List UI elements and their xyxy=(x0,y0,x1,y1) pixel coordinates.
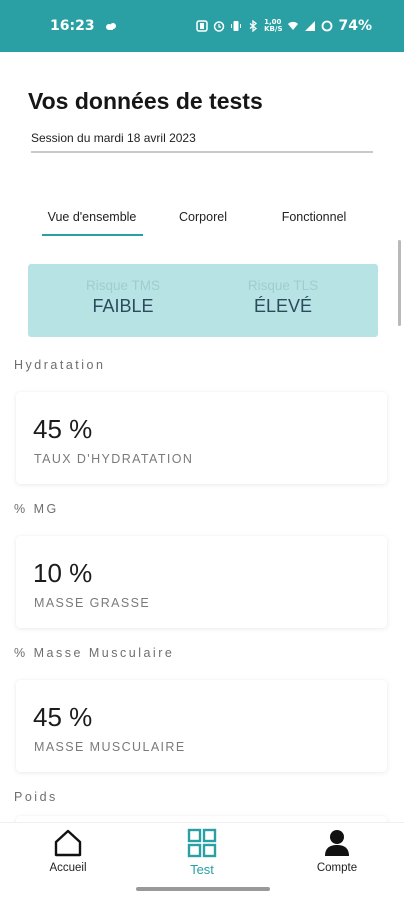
wifi-icon xyxy=(288,21,299,30)
gesture-bar[interactable] xyxy=(136,887,270,891)
risk-tls: Risque TLS ÉLEVÉ xyxy=(208,278,358,317)
risk-tms-value: FAIBLE xyxy=(92,296,154,316)
fat-mass-value: 10 % xyxy=(33,558,93,588)
nfc-icon xyxy=(196,20,208,32)
fat-mass-card: 10 % MASSE GRASSE xyxy=(16,536,387,628)
nav-account-label: Compte xyxy=(316,862,358,874)
cloud-icon xyxy=(105,23,116,30)
test-data-page: Vos données de tests Session du mardi 18… xyxy=(0,52,404,822)
status-time: 16:23 xyxy=(50,18,95,34)
vibrate-icon xyxy=(231,21,242,31)
nav-account[interactable]: Compte xyxy=(287,827,387,874)
nav-home[interactable]: Accueil xyxy=(18,827,118,874)
bluetooth-icon xyxy=(249,20,258,32)
muscle-mass-card: 45 % MASSE MUSCULAIRE xyxy=(16,680,387,772)
risk-summary-panel: Risque TMS FAIBLE Risque TLS ÉLEVÉ xyxy=(28,264,378,337)
section-label-muscle: % Masse Musculaire xyxy=(14,646,175,660)
nav-home-label: Accueil xyxy=(49,862,87,874)
battery-icon xyxy=(322,20,333,32)
tab-bar: Vue d'ensemble Corporel Fonctionnel xyxy=(0,210,404,240)
grid-icon xyxy=(187,828,217,858)
user-icon xyxy=(325,830,349,856)
muscle-mass-value: 45 % xyxy=(33,702,93,732)
risk-tls-label: Risque TLS xyxy=(247,278,319,293)
risk-tls-value: ÉLEVÉ xyxy=(253,296,313,316)
muscle-mass-caption: MASSE MUSCULAIRE xyxy=(34,740,186,754)
nav-test[interactable]: Test xyxy=(152,827,252,877)
battery-level: 74% xyxy=(338,18,372,34)
scrollbar[interactable] xyxy=(398,240,401,326)
active-tab-indicator xyxy=(42,234,143,236)
tab-functional[interactable]: Fonctionnel xyxy=(268,210,360,224)
section-label-hydration: Hydratation xyxy=(14,358,106,372)
risk-tms: Risque TMS FAIBLE xyxy=(48,278,198,317)
section-label-weight: Poids xyxy=(14,790,58,804)
risk-tms-label: Risque TMS xyxy=(85,278,161,293)
home-icon xyxy=(54,829,82,857)
signal-icon xyxy=(305,21,316,31)
session-selector[interactable]: Session du mardi 18 avril 2023 xyxy=(31,131,373,153)
section-label-fat: % MG xyxy=(14,502,59,516)
hydration-card: 45 % TAUX D'HYDRATATION xyxy=(16,392,387,484)
fat-mass-caption: MASSE GRASSE xyxy=(34,596,151,610)
network-speed: 1,00 KB/S xyxy=(264,18,283,33)
hydration-caption: TAUX D'HYDRATATION xyxy=(34,452,194,466)
status-bar: 16:23 1,00 KB/S 74% xyxy=(0,0,404,52)
page-title: Vos données de tests xyxy=(28,88,263,114)
tab-body[interactable]: Corporel xyxy=(166,210,240,224)
alarm-icon xyxy=(213,21,225,32)
hydration-value: 45 % xyxy=(33,414,93,444)
tab-overview[interactable]: Vue d'ensemble xyxy=(42,210,142,224)
nav-test-label: Test xyxy=(190,862,214,877)
